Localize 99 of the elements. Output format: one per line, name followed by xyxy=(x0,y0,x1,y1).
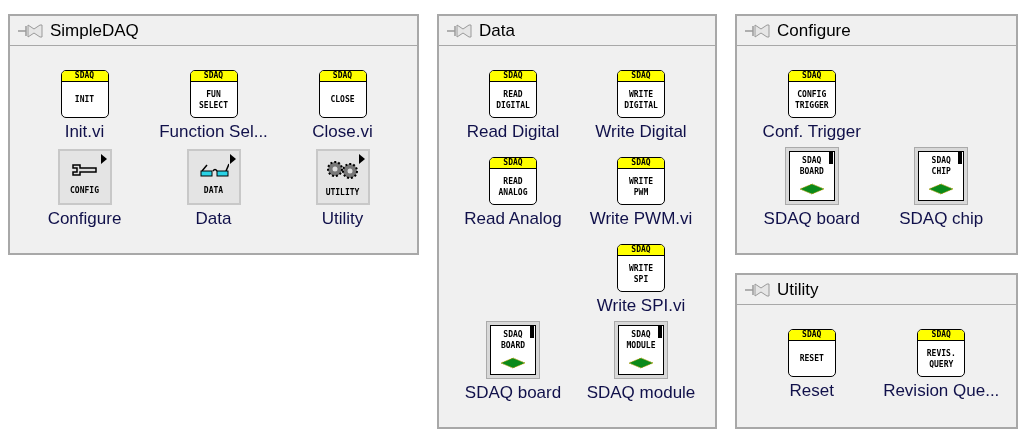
vi-icon[interactable]: SDAQ CLOSE xyxy=(318,70,367,118)
submenu-arrow-icon xyxy=(100,154,107,164)
icon-caption: SDAQ xyxy=(203,71,224,81)
pin-icon xyxy=(18,23,44,38)
icon-caption: FUN xyxy=(206,88,221,100)
icon-caption: READ xyxy=(503,175,523,187)
icon-caption: DATA xyxy=(203,184,224,196)
vi-icon[interactable]: SDAQ REVIS. QUERY xyxy=(917,329,966,377)
flag-icon xyxy=(658,326,662,338)
icon-caption: READ xyxy=(503,88,523,100)
item-label: Function Sel... xyxy=(159,122,268,142)
icon-caption: WRITE xyxy=(628,262,654,274)
icon-caption: SPI xyxy=(633,273,649,285)
icon-caption: INIT xyxy=(74,94,95,105)
submenu-button[interactable]: DATA xyxy=(186,149,241,205)
item-label: Revision Que... xyxy=(883,381,1000,401)
icon-caption: REVIS. xyxy=(926,347,956,359)
icon-caption: SDAQ xyxy=(802,71,822,81)
icon-caption: BOARD xyxy=(799,166,824,177)
submenu-button[interactable]: UTILITY xyxy=(315,149,370,205)
vi-icon[interactable]: SDAQ READ DIGITAL xyxy=(489,70,537,118)
icon-caption: CONFIG xyxy=(70,184,99,196)
item-label: Close.vi xyxy=(312,122,373,142)
item-label: Data xyxy=(195,209,232,229)
vi-icon[interactable]: SDAQ WRITE SPI xyxy=(617,244,665,292)
icon-caption: SDAQ xyxy=(74,71,95,81)
icon-caption: BOARD xyxy=(500,340,526,351)
vi-icon[interactable]: SDAQ WRITE DIGITAL xyxy=(617,70,665,118)
chip-icon xyxy=(628,357,654,369)
icon-caption: CONFIG xyxy=(797,88,827,100)
icon-caption: SDAQ xyxy=(631,329,651,340)
vi-icon[interactable]: SDAQ CONFIG TRIGGER xyxy=(787,70,836,118)
icon-caption: SDAQ xyxy=(332,71,353,81)
control-icon[interactable]: SDAQ BOARD xyxy=(486,321,540,379)
vi-icon[interactable]: SDAQ FUN SELECT xyxy=(189,70,238,118)
chip-icon xyxy=(500,357,526,369)
item-label: Read Analog xyxy=(464,209,562,229)
control-icon[interactable]: SDAQ BOARD xyxy=(784,147,839,205)
control-icon[interactable]: SDAQ MODULE xyxy=(614,321,668,379)
item-label: SDAQ chip xyxy=(899,209,984,229)
icon-caption: CHIP xyxy=(931,166,951,177)
item-label: Configure xyxy=(47,209,122,229)
icon-caption: SDAQ xyxy=(503,158,523,168)
item-label: Reset xyxy=(789,381,834,401)
glasses-icon xyxy=(198,162,229,177)
icon-caption: SDAQ xyxy=(503,71,523,81)
item-label: SDAQ module xyxy=(586,383,696,403)
vi-icon[interactable]: SDAQ INIT xyxy=(60,70,109,118)
icon-caption: UTILITY xyxy=(325,186,360,198)
vi-icon[interactable]: SDAQ WRITE PWM xyxy=(617,157,665,205)
chip-icon xyxy=(928,183,955,195)
icon-caption: WRITE xyxy=(628,175,654,187)
icon-caption: DIGITAL xyxy=(496,99,530,111)
submenu-arrow-icon xyxy=(358,154,365,164)
item-label: Write PWM.vi xyxy=(589,209,693,229)
wrench-icon xyxy=(70,162,99,177)
item-label: Write Digital xyxy=(595,122,687,142)
palette-title: Configure xyxy=(777,19,851,42)
flag-icon xyxy=(828,152,833,164)
item-label: Conf. Trigger xyxy=(762,122,861,142)
flag-icon xyxy=(958,152,963,164)
item-label: SDAQ board xyxy=(464,383,562,403)
icon-caption: SDAQ xyxy=(631,158,651,168)
submenu-arrow-icon xyxy=(229,154,236,164)
icon-caption: SDAQ xyxy=(931,155,951,166)
palette-title: Data xyxy=(479,19,515,42)
submenu-button[interactable]: CONFIG xyxy=(57,149,112,205)
item-label: Init.vi xyxy=(64,122,105,142)
icon-caption: CLOSE xyxy=(330,94,355,105)
chip-icon xyxy=(798,183,825,195)
item-label: Write SPI.vi xyxy=(596,296,686,316)
icon-caption: DIGITAL xyxy=(624,99,658,111)
icon-caption: WRITE xyxy=(628,88,654,100)
icon-caption: SDAQ xyxy=(503,329,523,340)
item-label: Utility xyxy=(321,209,364,229)
control-icon[interactable]: SDAQ CHIP xyxy=(914,147,969,205)
icon-caption: PWM xyxy=(633,186,649,198)
pin-icon xyxy=(745,23,771,38)
icon-caption: SDAQ xyxy=(802,330,822,340)
gears-icon xyxy=(325,160,360,179)
vi-icon[interactable]: SDAQ RESET xyxy=(787,329,836,377)
pin-icon xyxy=(745,282,771,297)
icon-caption: TRIGGER xyxy=(794,99,829,111)
item-label: SDAQ board xyxy=(763,209,860,229)
icon-caption: SDAQ xyxy=(631,71,651,81)
icon-caption: SDAQ xyxy=(931,330,951,340)
vi-icon[interactable]: SDAQ READ ANALOG xyxy=(489,157,537,205)
icon-caption: RESET xyxy=(799,353,824,364)
icon-caption: MODULE xyxy=(626,340,656,351)
pin-icon xyxy=(447,23,473,38)
item-label: Read Digital xyxy=(466,122,560,142)
flag-icon xyxy=(530,326,534,338)
palette-title: Utility xyxy=(777,278,819,301)
icon-caption: QUERY xyxy=(929,358,954,370)
palette-title: SimpleDAQ xyxy=(50,19,139,42)
icon-caption: ANALOG xyxy=(498,186,528,198)
icon-caption: SDAQ xyxy=(631,245,651,255)
icon-caption: SELECT xyxy=(199,99,228,111)
icon-caption: SDAQ xyxy=(802,155,822,166)
